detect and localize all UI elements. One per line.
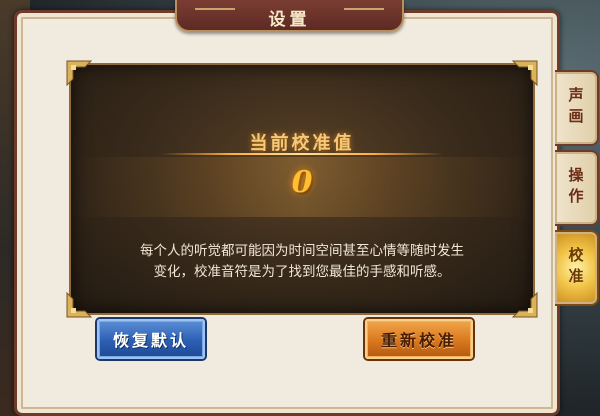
page-title: 设置 [268,10,311,30]
recalibrate-button[interactable]: 重新校准 [365,319,473,359]
settings-panel: 当前校准值 0 每个人的听觉都可能因为时间空间甚至心情等随时发生 变化，校准音符… [14,10,560,416]
calibration-value: 0 [291,165,313,200]
tab-calibration[interactable]: 校准 [555,230,599,306]
description-line-1: 每个人的听觉都可能因为时间空间甚至心情等随时发生 [140,243,464,259]
reset-default-button[interactable]: 恢复默认 [97,319,205,359]
description-line-2: 变化，校准音符是为了找到您最佳的手感和听感。 [153,264,451,280]
calibration-label: 当前校准值 [249,133,355,154]
tab-label: 声画 [566,87,585,129]
tab-label: 校准 [566,247,585,289]
corner-ornament-icon [65,289,95,319]
calibration-box: 当前校准值 0 每个人的听觉都可能因为时间空间甚至心情等随时发生 变化，校准音符… [66,60,538,318]
label-underline [161,153,443,155]
corner-ornament-icon [509,289,539,319]
title-ribbon: 设置 [175,0,404,32]
tab-controls[interactable]: 操作 [555,150,599,226]
corner-ornament-icon [509,59,539,89]
tab-sound-graphics[interactable]: 声画 [555,70,599,146]
tab-label: 操作 [566,167,585,209]
calibration-description: 每个人的听觉都可能因为时间空间甚至心情等随时发生 变化，校准音符是为了找到您最佳… [91,241,513,283]
corner-ornament-icon [65,59,95,89]
